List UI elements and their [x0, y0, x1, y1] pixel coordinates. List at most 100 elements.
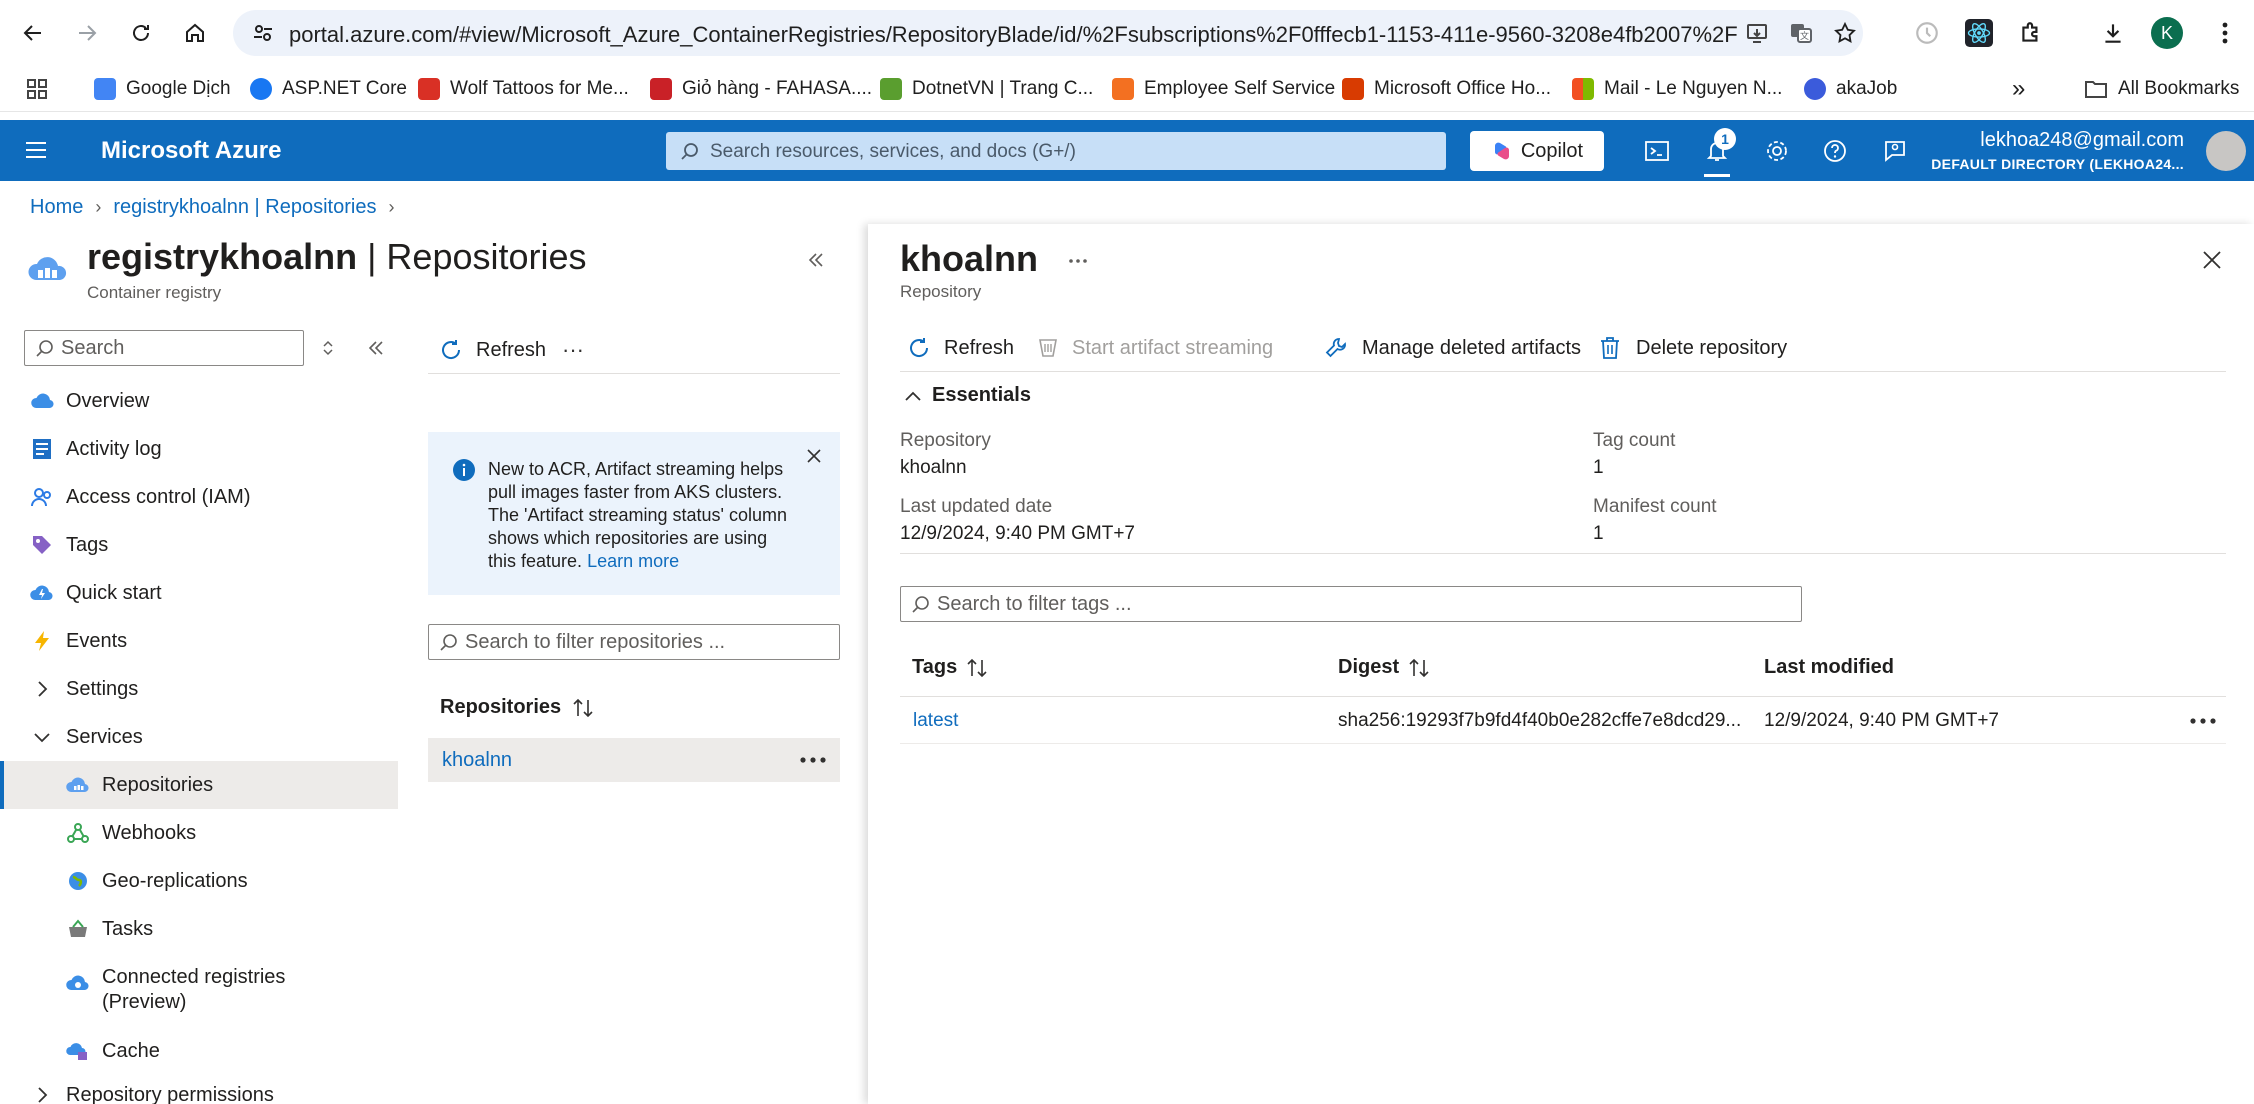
user-email[interactable]: lekhoa248@gmail.com — [1980, 129, 2184, 152]
title-more-icon[interactable] — [1068, 258, 1088, 264]
bookmark-star-icon[interactable] — [1833, 21, 1857, 45]
nav-overview[interactable]: Overview — [0, 377, 398, 425]
nav-tasks[interactable]: Tasks — [0, 905, 398, 953]
repositories-column-header[interactable]: Repositories — [440, 696, 595, 719]
reload-button[interactable] — [122, 14, 160, 52]
repository-icon — [66, 777, 89, 793]
row-more-icon[interactable] — [2190, 718, 2216, 724]
refresh-icon — [910, 338, 929, 357]
digest-column-header[interactable]: Digest — [1338, 656, 1431, 679]
page-subtitle: Container registry — [87, 283, 222, 302]
close-icon[interactable] — [2202, 250, 2222, 270]
breadcrumb-home[interactable]: Home — [30, 196, 83, 219]
container-registry-icon — [28, 257, 67, 280]
global-search-input[interactable]: Search resources, services, and docs (G+… — [666, 132, 1446, 170]
bookmark-mail[interactable]: Mail - Le Nguyen N... — [1572, 74, 1782, 104]
react-devtools-button[interactable] — [1960, 14, 1998, 52]
last-modified-column-header[interactable]: Last modified — [1764, 656, 1894, 679]
more-options-button[interactable]: ··· — [562, 334, 584, 366]
essentials-toggle[interactable]: Essentials — [904, 384, 1031, 407]
repository-label: Repository — [900, 430, 991, 451]
repository-name-link[interactable]: khoalnn — [442, 749, 512, 772]
bookmark-dotnetvn[interactable]: DotnetVN | Trang C... — [880, 74, 1093, 104]
tags-column-header[interactable]: Tags — [912, 656, 989, 679]
apps-grid-icon[interactable] — [26, 78, 48, 100]
nav-webhooks[interactable]: Webhooks — [0, 809, 398, 857]
bookmark-microsoft-office[interactable]: Microsoft Office Ho... — [1342, 74, 1551, 104]
hamburger-menu-icon[interactable] — [24, 140, 48, 160]
lightning-icon — [35, 631, 49, 651]
translate-icon[interactable]: 文 — [1789, 21, 1813, 45]
repository-row[interactable]: khoalnn — [428, 738, 840, 782]
learn-more-link[interactable]: Learn more — [587, 551, 679, 571]
collapse-menu-icon[interactable] — [366, 338, 386, 358]
repositories-toolbar: Refresh ··· — [428, 326, 840, 374]
refresh-button[interactable]: Refresh — [906, 332, 1014, 364]
start-artifact-streaming-button[interactable]: Start artifact streaming — [1036, 332, 1273, 364]
bookmark-akajob[interactable]: akaJob — [1804, 74, 1897, 104]
globe-icon — [69, 872, 87, 890]
nav-settings[interactable]: Settings — [0, 665, 398, 713]
notification-count-badge: 1 — [1714, 128, 1736, 150]
profile-button[interactable]: K — [2148, 14, 2186, 52]
forward-button[interactable] — [68, 14, 106, 52]
nav-services[interactable]: Services — [0, 713, 398, 761]
feedback-button[interactable] — [1878, 134, 1912, 168]
extension-1-button[interactable] — [1908, 14, 1946, 52]
extensions-button[interactable] — [2012, 14, 2050, 52]
refresh-button[interactable]: Refresh — [438, 334, 546, 366]
browser-menu-button[interactable] — [2206, 14, 2244, 52]
row-more-icon[interactable] — [800, 757, 826, 763]
table-row-divider — [900, 743, 2226, 744]
copilot-button[interactable]: Copilot — [1470, 131, 1604, 171]
user-avatar[interactable] — [2206, 131, 2246, 171]
nav-cache[interactable]: Cache — [0, 1027, 398, 1075]
sort-icon[interactable] — [571, 697, 595, 719]
nav-activity-log[interactable]: Activity log — [0, 425, 398, 473]
nav-repository-permissions[interactable]: Repository permissions — [0, 1075, 398, 1104]
back-button[interactable] — [14, 14, 52, 52]
reload-icon — [133, 25, 149, 41]
bookmark-wolf-tattoos[interactable]: Wolf Tattoos for Me... — [418, 74, 629, 104]
nav-connected-registries[interactable]: Connected registries (Preview) — [0, 955, 398, 1015]
cloud-shell-button[interactable] — [1640, 134, 1674, 168]
close-icon[interactable] — [806, 448, 822, 464]
bookmark-google-dich[interactable]: Google Dịch — [94, 74, 231, 104]
manage-deleted-artifacts-button[interactable]: Manage deleted artifacts — [1324, 332, 1581, 364]
delete-repository-button[interactable]: Delete repository — [1598, 332, 1787, 364]
tag-link[interactable]: latest — [913, 710, 958, 732]
nav-quick-start[interactable]: Quick start — [0, 569, 398, 617]
breadcrumb-registry[interactable]: registrykhoalnn | Repositories — [113, 196, 376, 219]
azure-brand[interactable]: Microsoft Azure — [101, 137, 281, 165]
nav-events[interactable]: Events — [0, 617, 398, 665]
more-bookmarks-button[interactable]: » — [2012, 74, 2025, 104]
tag-filter-input[interactable]: Search to filter tags ... — [900, 586, 1802, 622]
sort-icon[interactable] — [965, 657, 989, 679]
collapse-blade-icon[interactable] — [806, 250, 826, 270]
nav-access-control[interactable]: Access control (IAM) — [0, 473, 398, 521]
bookmark-employee-self-service[interactable]: Employee Self Service — [1112, 74, 1335, 104]
all-bookmarks-button[interactable]: All Bookmarks — [2084, 74, 2239, 104]
bookmark-fahasa[interactable]: Giỏ hàng - FAHASA.... — [650, 74, 872, 104]
folder-icon — [2085, 81, 2107, 98]
home-button[interactable] — [176, 14, 214, 52]
install-app-icon[interactable] — [1745, 21, 1769, 45]
address-bar[interactable]: portal.azure.com/#view/Microsoft_Azure_C… — [233, 10, 1863, 56]
menu-search-input[interactable]: Search — [24, 330, 304, 366]
nav-geo-replications[interactable]: Geo-replications — [0, 857, 398, 905]
sort-icon[interactable] — [1407, 657, 1431, 679]
puzzle-icon — [2022, 22, 2038, 42]
expand-collapse-icon[interactable] — [320, 338, 336, 358]
repository-filter-input[interactable]: Search to filter repositories ... — [428, 624, 840, 660]
repository-toolbar: Refresh Start artifact streaming Manage … — [900, 324, 2226, 372]
settings-button[interactable] — [1760, 134, 1794, 168]
nav-tags[interactable]: Tags — [0, 521, 398, 569]
chevron-right-icon: › — [95, 197, 102, 217]
help-button[interactable] — [1818, 134, 1852, 168]
site-info-icon[interactable] — [251, 21, 275, 45]
user-directory[interactable]: DEFAULT DIRECTORY (LEKHOA24... — [1931, 156, 2184, 172]
bookmark-aspnet-core[interactable]: ASP.NET Core — [250, 74, 407, 104]
nav-repositories[interactable]: Repositories — [0, 761, 398, 809]
url-text[interactable]: portal.azure.com/#view/Microsoft_Azure_C… — [289, 22, 1739, 48]
downloads-button[interactable] — [2094, 14, 2132, 52]
